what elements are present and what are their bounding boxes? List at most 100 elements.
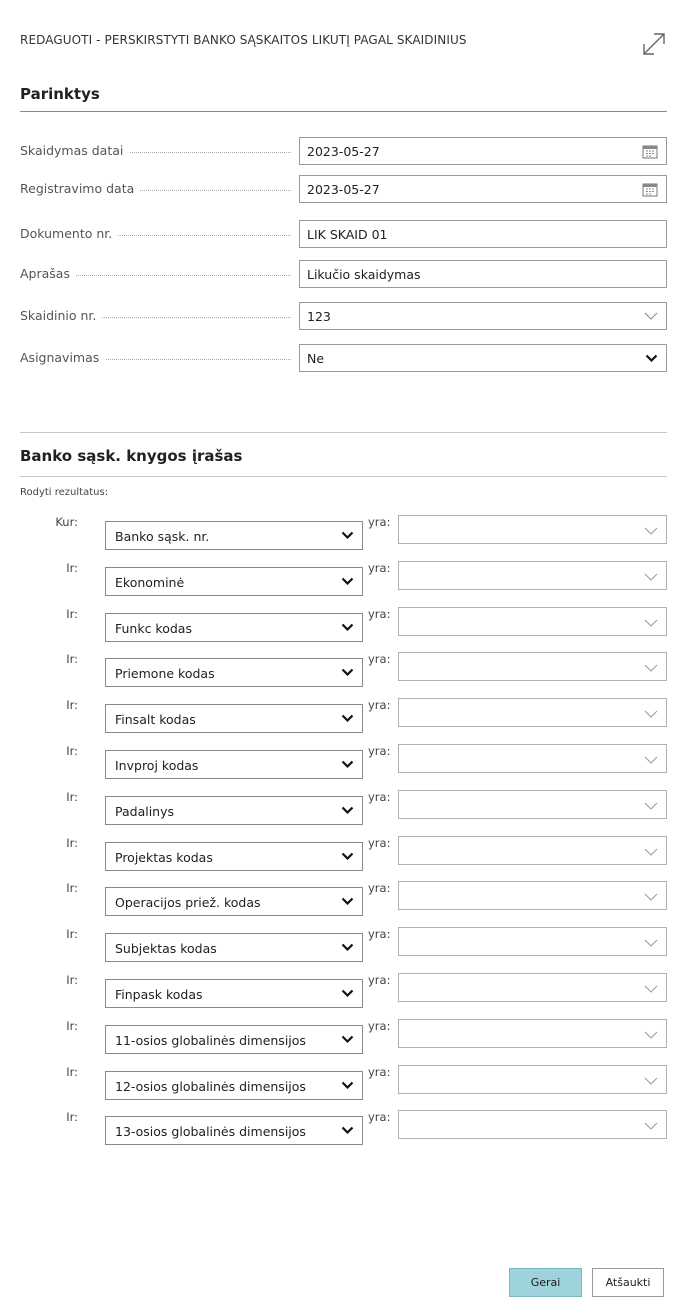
- filter-value-select[interactable]: [398, 789, 667, 819]
- chevron-down-icon[interactable]: [341, 1035, 354, 1044]
- chevron-down-icon[interactable]: [341, 943, 354, 952]
- filter-field-select[interactable]: Subjektas kodas: [105, 933, 363, 963]
- filter-row: Ir: Ekonominė yra:: [20, 560, 667, 596]
- filters-heading: Banko sąsk. knygos įrašas: [20, 447, 243, 465]
- posting-date-input[interactable]: 2023-05-27: [299, 175, 667, 203]
- filter-value-select[interactable]: [398, 1018, 667, 1048]
- filter-value-select[interactable]: [398, 973, 667, 1002]
- filter-field-select[interactable]: Priemone kodas: [105, 658, 363, 688]
- filter-value-select[interactable]: [398, 606, 667, 636]
- filter-value-select[interactable]: [398, 1110, 667, 1140]
- filter-value-select[interactable]: [398, 927, 667, 957]
- appropriation-select[interactable]: Ne: [299, 344, 667, 372]
- chevron-down-icon[interactable]: [644, 848, 658, 857]
- filter-row: Ir: 13-osios globalinės dimensijos yra:: [20, 1110, 667, 1146]
- field-row-document-no: Dokumento nr. LIK SKAID 01: [20, 220, 667, 248]
- filter-field-select[interactable]: 11-osios globalinės dimensijos: [105, 1024, 363, 1054]
- chevron-down-icon[interactable]: [644, 619, 658, 628]
- calendar-icon[interactable]: [642, 182, 658, 197]
- field-row-split-no: Skaidinio nr. 123: [20, 302, 667, 330]
- filter-field-select[interactable]: Finsalt kodas: [105, 704, 363, 734]
- filter-field-value: Finsalt kodas: [115, 712, 196, 728]
- show-results-label: Rodyti rezultatus:: [20, 487, 109, 498]
- ok-button[interactable]: Gerai: [509, 1268, 582, 1297]
- chevron-down-icon[interactable]: [341, 577, 354, 586]
- filter-connector-label: Ir:: [66, 973, 78, 987]
- cancel-button[interactable]: Atšaukti: [592, 1268, 664, 1297]
- document-no-input[interactable]: LIK SKAID 01: [299, 220, 667, 248]
- filter-field-select[interactable]: Ekonominė: [105, 566, 363, 596]
- filter-field-select[interactable]: Padalinys: [105, 795, 363, 825]
- filter-value-select[interactable]: [398, 698, 667, 728]
- chevron-down-icon[interactable]: [341, 989, 354, 998]
- calendar-icon[interactable]: [642, 144, 658, 159]
- filter-value-select[interactable]: [398, 652, 667, 682]
- document-no-label: Dokumento nr.: [20, 226, 119, 241]
- filter-connector-label: Ir:: [66, 835, 78, 850]
- chevron-down-icon[interactable]: [341, 760, 354, 769]
- filter-field-select[interactable]: Projektas kodas: [105, 841, 363, 871]
- filter-is-label: yra:: [368, 927, 391, 942]
- chevron-down-icon[interactable]: [644, 312, 658, 321]
- filter-value-select[interactable]: [398, 835, 667, 865]
- chevron-down-icon[interactable]: [644, 664, 658, 673]
- filter-field-select[interactable]: Funkc kodas: [105, 612, 363, 642]
- chevron-down-icon[interactable]: [341, 668, 354, 677]
- filter-row: Ir: Invproj kodas yra:: [20, 744, 667, 779]
- split-no-label: Skaidinio nr.: [20, 308, 103, 323]
- chevron-down-icon[interactable]: [644, 893, 658, 902]
- chevron-down-icon[interactable]: [644, 939, 658, 948]
- chevron-down-icon[interactable]: [644, 985, 658, 994]
- chevron-down-icon[interactable]: [341, 1126, 354, 1135]
- chevron-down-icon[interactable]: [644, 756, 658, 765]
- appropriation-label: Asignavimas: [20, 350, 106, 365]
- filter-value-select[interactable]: [398, 560, 667, 590]
- chevron-down-icon[interactable]: [341, 714, 354, 723]
- chevron-down-icon[interactable]: [341, 852, 354, 861]
- filter-value-select[interactable]: [398, 1064, 667, 1094]
- expand-icon[interactable]: [640, 30, 668, 58]
- filter-row: Ir: Finsalt kodas yra:: [20, 698, 667, 734]
- split-no-select[interactable]: 123: [299, 302, 667, 330]
- chevron-down-icon[interactable]: [644, 710, 658, 719]
- chevron-down-icon[interactable]: [644, 1031, 658, 1040]
- filter-field-value: Operacijos priež. kodas: [115, 895, 261, 911]
- filter-value-select[interactable]: [398, 744, 667, 773]
- chevron-down-icon[interactable]: [644, 1077, 658, 1086]
- filter-connector-label: Ir:: [66, 1110, 78, 1125]
- filter-field-select[interactable]: 13-osios globalinės dimensijos: [105, 1116, 363, 1146]
- filter-field-select[interactable]: 12-osios globalinės dimensijos: [105, 1070, 363, 1100]
- filter-is-label: yra:: [368, 560, 391, 575]
- chevron-down-icon[interactable]: [341, 897, 354, 906]
- chevron-down-icon[interactable]: [644, 1122, 658, 1131]
- filter-value-select[interactable]: [398, 881, 667, 911]
- filter-is-label: yra:: [368, 652, 391, 667]
- filter-field-select[interactable]: Invproj kodas: [105, 750, 363, 779]
- chevron-down-icon[interactable]: [341, 623, 354, 632]
- chevron-down-icon[interactable]: [341, 806, 354, 815]
- filter-field-value: Priemone kodas: [115, 666, 215, 682]
- split-date-input[interactable]: 2023-05-27: [299, 137, 667, 165]
- filter-connector-label: Ir:: [66, 698, 78, 713]
- filter-field-select[interactable]: Banko sąsk. nr.: [105, 521, 363, 550]
- chevron-down-icon[interactable]: [644, 802, 658, 811]
- filter-field-value: Finpask kodas: [115, 987, 203, 1002]
- filter-row: Ir: Padalinys yra:: [20, 789, 667, 825]
- description-label: Aprašas: [20, 266, 76, 281]
- chevron-down-icon[interactable]: [341, 1081, 354, 1090]
- description-input[interactable]: Likučio skaidymas: [299, 260, 667, 288]
- chevron-down-icon[interactable]: [644, 527, 658, 536]
- filter-field-value: Padalinys: [115, 803, 175, 819]
- chevron-down-icon[interactable]: [645, 354, 658, 363]
- filter-field-select[interactable]: Operacijos priež. kodas: [105, 887, 363, 917]
- filter-row: Ir: Finpask kodas yra:: [20, 973, 667, 1008]
- filter-field-value: Ekonominė: [115, 574, 185, 590]
- filter-field-select[interactable]: Finpask kodas: [105, 979, 363, 1008]
- filter-is-label: yra:: [368, 606, 391, 621]
- filter-is-label: yra:: [368, 881, 391, 896]
- filter-value-select[interactable]: [398, 515, 667, 544]
- chevron-down-icon[interactable]: [341, 531, 354, 540]
- filter-connector-label: Ir:: [66, 1018, 78, 1033]
- chevron-down-icon[interactable]: [644, 573, 658, 582]
- filter-is-label: yra:: [368, 1110, 391, 1125]
